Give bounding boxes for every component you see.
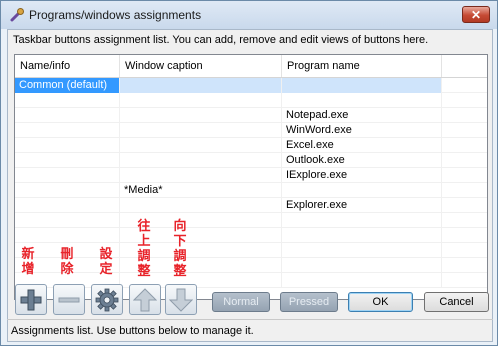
table-cell: WinWord.exe [282,123,442,138]
list-header: Name/info Window caption Program name [15,55,487,78]
table-cell [442,108,487,123]
table-row[interactable]: Common (default) [15,78,487,93]
minus-icon [58,297,80,303]
description-text: Taskbar buttons assignment list. You can… [13,34,429,46]
column-header-name[interactable]: Name/info [15,55,120,77]
close-button[interactable]: ✕ [462,6,490,23]
window-title: Programs/windows assignments [29,8,202,22]
table-cell [120,123,282,138]
title-bar[interactable]: Programs/windows assignments ✕ [1,1,497,29]
move-down-button[interactable] [165,284,197,315]
table-row[interactable]: IExplore.exe [15,168,487,183]
column-header-caption[interactable]: Window caption [120,55,282,77]
pressed-button[interactable]: Pressed [280,292,338,312]
table-cell: Outlook.exe [282,153,442,168]
table-cell [15,138,120,153]
arrow-up-icon [133,288,157,312]
table-cell [15,183,120,198]
table-row[interactable]: Outlook.exe [15,153,487,168]
table-cell: IExplore.exe [282,168,442,183]
plus-icon [20,289,42,311]
arrow-down-icon [169,288,193,312]
table-cell [15,123,120,138]
table-cell [442,213,487,228]
annotation-remove: 刪除 [60,246,74,276]
table-row[interactable]: Notepad.exe [15,108,487,123]
table-cell [282,93,442,108]
table-cell [15,93,120,108]
table-cell [442,138,487,153]
table-row[interactable]: Explorer.exe [15,198,487,213]
table-cell [282,213,442,228]
table-row[interactable]: *Media* [15,183,487,198]
table-cell [15,228,120,243]
table-cell [120,168,282,183]
dialog-body: Taskbar buttons assignment list. You can… [7,29,493,342]
table-cell: Excel.exe [282,138,442,153]
table-cell: *Media* [120,183,282,198]
table-cell: Explorer.exe [282,198,442,213]
table-cell [282,243,442,258]
table-cell [120,108,282,123]
add-button[interactable] [15,284,47,315]
table-cell [442,258,487,273]
table-row[interactable] [15,213,487,228]
table-row[interactable] [15,273,487,288]
table-cell [282,258,442,273]
table-cell [442,228,487,243]
table-cell [442,93,487,108]
annotation-move-up: 往上調整 [137,218,151,278]
table-row[interactable] [15,258,487,273]
assignments-list[interactable]: Name/info Window caption Program name Co… [14,54,488,300]
table-cell [120,138,282,153]
table-cell [120,198,282,213]
table-cell [120,93,282,108]
table-cell [442,123,487,138]
settings-button[interactable] [91,284,123,315]
table-cell [15,198,120,213]
table-cell [120,153,282,168]
table-cell: Common (default) [15,78,120,93]
ok-button[interactable]: OK [348,292,413,312]
table-cell [15,168,120,183]
annotation-add: 新增 [21,246,35,276]
table-row[interactable]: Excel.exe [15,138,487,153]
table-cell [442,273,487,288]
status-bar: Assignments list. Use buttons below to m… [7,319,493,343]
table-cell [442,183,487,198]
wrench-icon [10,8,24,22]
remove-button[interactable] [53,284,85,315]
table-cell [442,168,487,183]
table-cell [282,78,442,93]
table-cell [442,198,487,213]
table-cell [15,108,120,123]
annotation-settings: 設定 [99,246,113,276]
cancel-button[interactable]: Cancel [424,292,489,312]
dialog-window: Programs/windows assignments ✕ Taskbar b… [0,0,498,346]
table-cell [282,228,442,243]
table-row[interactable] [15,93,487,108]
column-header-program[interactable]: Program name [282,55,442,77]
table-cell [15,153,120,168]
table-cell [282,183,442,198]
annotation-move-down: 向下調整 [173,218,187,278]
table-cell [442,78,487,93]
gear-icon [95,288,119,312]
table-cell [120,78,282,93]
normal-button[interactable]: Normal [212,292,270,312]
table-row[interactable] [15,228,487,243]
table-cell: Notepad.exe [282,108,442,123]
table-row[interactable] [15,243,487,258]
table-row[interactable]: WinWord.exe [15,123,487,138]
table-cell [442,243,487,258]
table-cell [15,213,120,228]
table-cell [442,153,487,168]
table-cell [282,273,442,288]
move-up-button[interactable] [129,284,161,315]
